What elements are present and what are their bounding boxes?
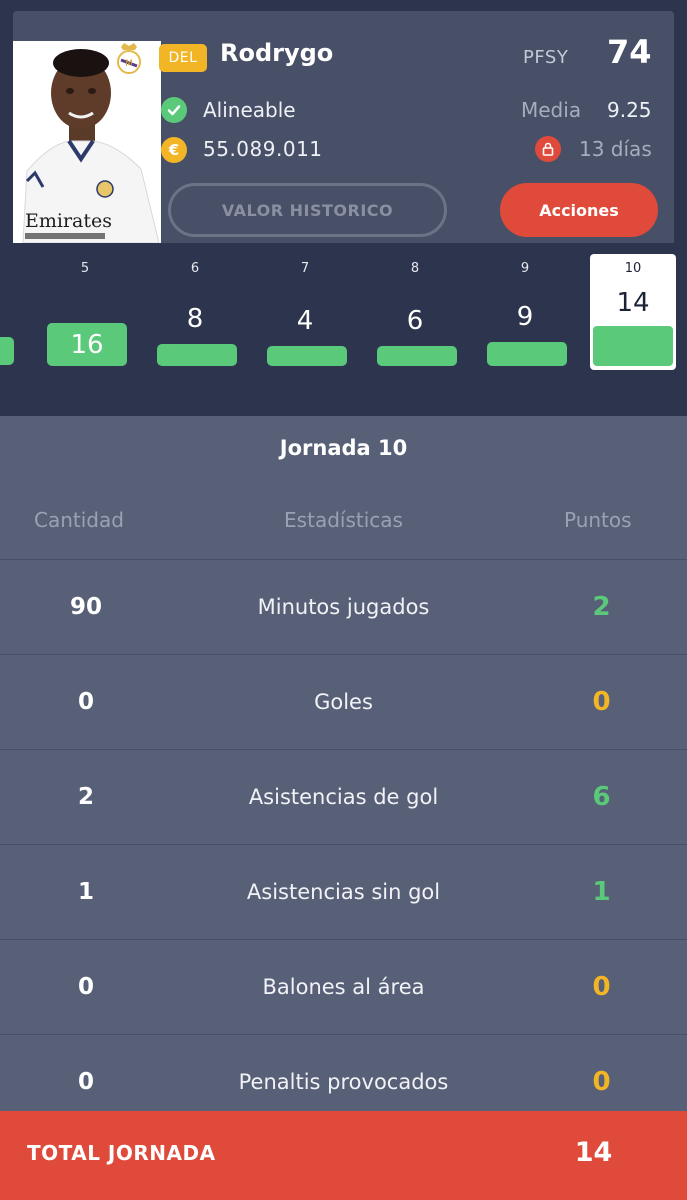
- jornada-number: 10: [624, 261, 642, 276]
- jornada-points: 8: [186, 304, 204, 334]
- position-badge: DEL: [159, 44, 207, 72]
- jornada-column[interactable]: 99: [482, 243, 568, 373]
- lock-days: 13 días: [579, 137, 652, 161]
- jornada-points-bar: [487, 342, 567, 366]
- jornada-number: 6: [190, 261, 200, 276]
- pfsy-label: PFSY: [523, 47, 569, 68]
- previous-jornada-bar[interactable]: [0, 337, 14, 365]
- jornada-column[interactable]: 68: [152, 243, 238, 373]
- jornada-points-bar: [593, 326, 673, 366]
- stat-row: 2 Asistencias de gol 6: [0, 749, 687, 844]
- player-name: Rodrygo: [220, 39, 334, 67]
- jornada-number: 7: [300, 261, 310, 276]
- total-jornada-bar: TOTAL JORNADA 14: [0, 1111, 687, 1200]
- media-value: 9.25: [607, 98, 652, 122]
- jornada-column[interactable]: 5 16: [42, 243, 128, 373]
- jornada-points-bar: 16: [47, 323, 127, 366]
- svg-text:M: M: [125, 59, 133, 69]
- stat-points: 6: [592, 782, 611, 812]
- total-value: 14: [574, 1137, 613, 1168]
- market-value: 55.089.011: [203, 137, 323, 161]
- jornada-points: 6: [406, 306, 424, 336]
- jornada-column[interactable]: 86: [372, 243, 458, 373]
- acciones-button[interactable]: Acciones: [500, 183, 658, 237]
- stat-row: 90 Minutos jugados 2: [0, 559, 687, 654]
- jornada-number: 5: [80, 261, 90, 276]
- jornada-title: Jornada 10: [279, 436, 408, 460]
- jornada-points-bar: [377, 346, 457, 366]
- stat-row: 0 Balones al área 0: [0, 939, 687, 1034]
- stat-points: 2: [592, 592, 611, 622]
- lineup-status: Alineable: [203, 98, 296, 122]
- stat-row: 1 Asistencias sin gol 1: [0, 844, 687, 939]
- stats-panel: Jornada 10 Cantidad Estadísticas Puntos …: [0, 416, 687, 1200]
- jornada-points: 9: [516, 302, 534, 332]
- media-label: Media: [521, 98, 582, 122]
- stat-points: 0: [592, 687, 611, 717]
- jornada-column[interactable]: 10 14: [590, 254, 676, 370]
- stat-row: 0 Goles 0: [0, 654, 687, 749]
- jornada-number: 9: [520, 261, 530, 276]
- jornada-points: 4: [296, 306, 314, 336]
- jornada-points-bar: [267, 346, 347, 366]
- euro-icon: €: [161, 137, 187, 163]
- lock-icon: [535, 136, 561, 162]
- club-crest-icon: M: [117, 43, 141, 74]
- jornada-points-bar: [157, 344, 237, 366]
- jornada-points: 16: [70, 329, 104, 360]
- check-icon: [161, 97, 187, 123]
- shirt-sponsor-text: Emirates: [25, 210, 112, 232]
- jornada-column[interactable]: 74: [262, 243, 348, 373]
- player-header: Emirates M DEL Rodrygo PFSY 74 Alineable…: [13, 11, 674, 243]
- total-label: TOTAL JORNADA: [27, 1141, 216, 1165]
- jornada-points: 14: [616, 288, 650, 318]
- header-puntos: Puntos: [564, 508, 632, 532]
- stat-points: 0: [592, 972, 611, 1002]
- jornadas-strip[interactable]: 5 16 6 8 7 4 8 6 9 9 10 14: [0, 243, 687, 416]
- stat-points: 1: [592, 877, 611, 907]
- valor-historico-button[interactable]: VALOR HISTORICO: [168, 183, 447, 237]
- pfsy-value: 74: [607, 33, 652, 71]
- jornada-number: 8: [410, 261, 420, 276]
